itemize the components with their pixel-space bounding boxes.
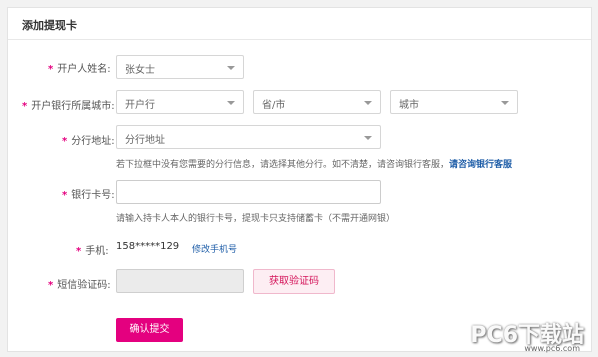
chevron-down-icon bbox=[501, 101, 509, 105]
holder-label: * 开户人姓名: bbox=[48, 64, 111, 75]
panel-header: 添加提现卡 bbox=[8, 8, 591, 40]
chevron-down-icon bbox=[227, 66, 235, 70]
phone-label: * 手机: bbox=[76, 246, 109, 257]
holder-select[interactable]: 张女士 bbox=[116, 55, 244, 79]
required-mark: * bbox=[48, 280, 54, 291]
sms-code-input[interactable] bbox=[116, 269, 244, 293]
chevron-down-icon bbox=[364, 136, 372, 140]
branch-select-value: 分行地址 bbox=[125, 135, 165, 146]
card-label: * 银行卡号: bbox=[62, 190, 115, 201]
bank-city-label: * 开户银行所属城市: bbox=[22, 101, 115, 112]
chevron-down-icon bbox=[227, 101, 235, 105]
change-phone-link[interactable]: 修改手机号 bbox=[192, 242, 237, 255]
province-select[interactable]: 省/市 bbox=[253, 90, 381, 114]
bank-select-value: 开户行 bbox=[125, 100, 155, 111]
card-hint: 请输入持卡人本人的银行卡号，提现卡只支持储蓄卡（不需开通网银） bbox=[116, 214, 396, 224]
bank-select[interactable]: 开户行 bbox=[116, 90, 244, 114]
required-mark: * bbox=[62, 136, 68, 147]
card-number-input[interactable] bbox=[116, 180, 381, 204]
sms-label: * 短信验证码: bbox=[48, 280, 111, 291]
phone-value: 158*****129 bbox=[116, 241, 180, 252]
page-title: 添加提现卡 bbox=[22, 19, 77, 32]
province-select-value: 省/市 bbox=[262, 100, 286, 111]
chevron-down-icon bbox=[364, 101, 372, 105]
branch-hint: 若下拉框中没有您需要的分行信息，请选择其他分行。如不清楚，请咨询银行客服，请咨询… bbox=[116, 160, 513, 170]
required-mark: * bbox=[22, 101, 28, 112]
get-code-button[interactable]: 获取验证码 bbox=[253, 269, 335, 294]
required-mark: * bbox=[76, 246, 82, 257]
consult-bank-link[interactable]: 请咨询银行客服 bbox=[449, 160, 512, 170]
holder-value: 张女士 bbox=[125, 65, 155, 76]
watermark-url: www.pc6.com bbox=[524, 344, 580, 353]
submit-button[interactable]: 确认提交 bbox=[116, 318, 183, 342]
city-select[interactable]: 城市 bbox=[390, 90, 518, 114]
branch-select[interactable]: 分行地址 bbox=[116, 125, 381, 149]
required-mark: * bbox=[62, 190, 68, 201]
branch-label: * 分行地址: bbox=[62, 136, 115, 147]
city-select-value: 城市 bbox=[399, 100, 419, 111]
required-mark: * bbox=[48, 64, 54, 75]
